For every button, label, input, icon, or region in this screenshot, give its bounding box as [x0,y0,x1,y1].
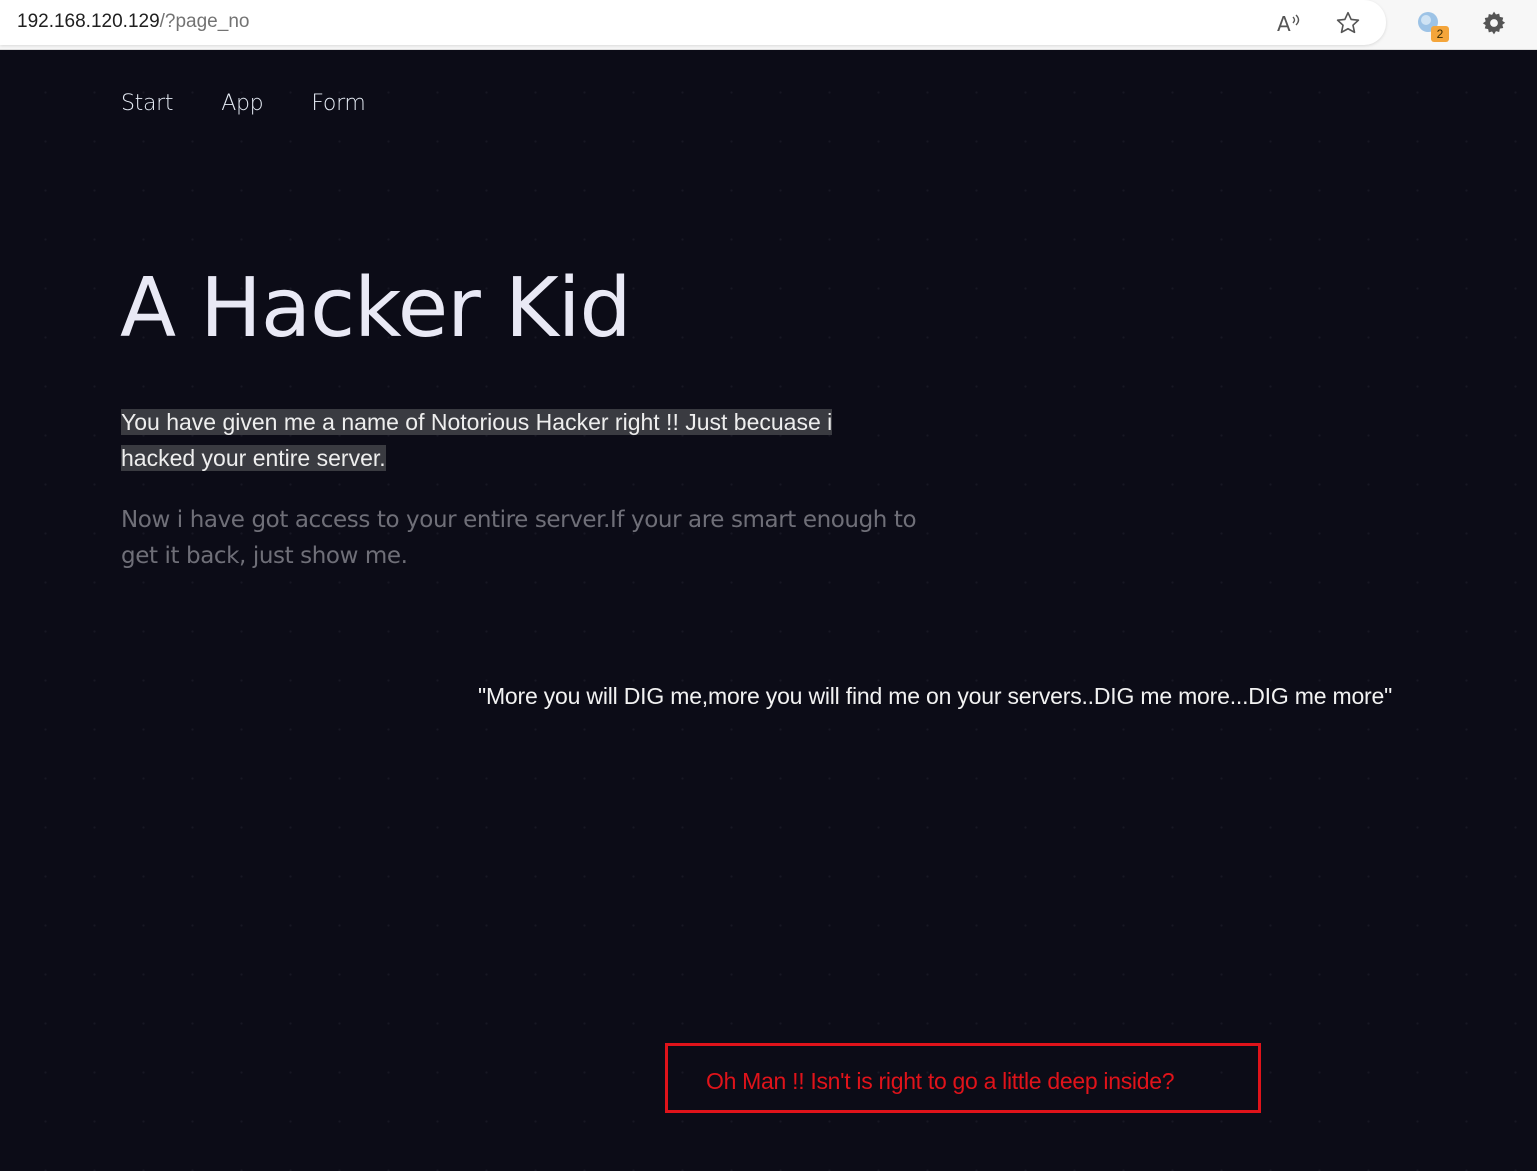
nav-form-link[interactable]: Form [311,91,366,116]
nav-app-link[interactable]: App [221,91,263,116]
gear-icon[interactable] [1479,8,1509,38]
address-bar[interactable]: 192.168.120.129/?page_no A [0,0,1386,45]
nav-start-link[interactable]: Start [121,91,174,116]
dig-quote: "More you will DIG me,more you will find… [478,683,1393,709]
lead-highlight: You have given me a name of Notorious Ha… [121,409,833,471]
read-aloud-icon[interactable]: A [1274,8,1304,38]
deep-message-text: Oh Man !! Isn't is right to go a little … [706,1068,1175,1094]
main-nav: Start App Form [121,91,414,116]
deep-message-box: Oh Man !! Isn't is right to go a little … [665,1043,1261,1113]
url-host: 192.168.120.129 [17,11,160,32]
lead-text: You have given me a name of Notorious Ha… [121,404,881,476]
svg-text:A: A [1277,12,1291,34]
page-content: Start App Form A Hacker Kid You have giv… [0,51,1537,1171]
browser-toolbar: 192.168.120.129/?page_no A 2 [0,0,1537,50]
url-text[interactable]: 192.168.120.129/?page_no [17,11,249,33]
extension-badge: 2 [1431,26,1449,42]
sub-text: Now i have got access to your entire ser… [121,507,917,569]
url-path: /?page_no [159,11,250,32]
page-title: A Hacker Kid [120,261,632,356]
star-icon[interactable] [1333,8,1363,38]
